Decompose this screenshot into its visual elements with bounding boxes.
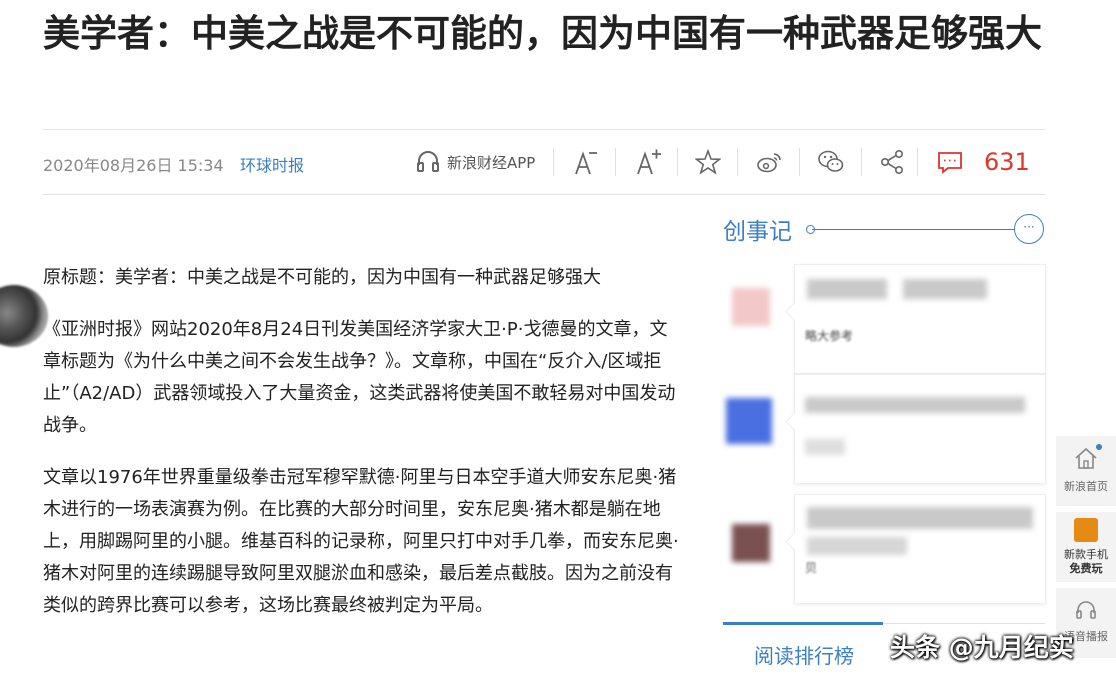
sidebar-title[interactable]: 创事记 xyxy=(723,212,792,246)
article-paragraph: 《亚洲时报》网站2020年8月24日刊发美国经济学家大卫·P·戈德曼的文章，文章… xyxy=(43,319,676,436)
publish-date: 2020年08月26日 15:34 xyxy=(43,156,224,175)
feed-snippet: 贝 xyxy=(805,561,818,575)
feed-card[interactable] xyxy=(794,374,1046,484)
headphones-icon xyxy=(1074,598,1098,625)
divider xyxy=(677,148,678,176)
divider xyxy=(799,148,800,176)
wechat-icon xyxy=(817,149,845,175)
comment-count: 631 xyxy=(984,148,1030,176)
star-icon xyxy=(695,149,721,175)
blurred-text xyxy=(807,279,887,299)
timeline-line xyxy=(812,229,1015,230)
share-icon xyxy=(879,149,905,175)
app-label: 新浪财经APP xyxy=(447,153,536,172)
comments-button[interactable]: 631 xyxy=(936,146,1030,178)
notification-dot xyxy=(1096,444,1102,450)
feed-avatar[interactable] xyxy=(732,524,770,562)
tab-divider xyxy=(883,623,1045,624)
rank-tab-indicator xyxy=(723,622,883,625)
divider xyxy=(615,148,616,176)
app-download-button[interactable]: 新浪财经APP xyxy=(415,146,535,178)
divider xyxy=(861,148,862,176)
favorite-button[interactable] xyxy=(695,146,721,178)
article-meta-bar: 2020年08月26日 15:34 环球时报 新浪财经APP 631 xyxy=(43,129,1045,195)
share-weibo-button[interactable] xyxy=(756,146,784,178)
feed-snippet: 略大参考 xyxy=(805,329,854,343)
font-decrease-button[interactable] xyxy=(573,146,599,178)
article-paragraph: 原标题：美学者：中美之战是不可能的，因为中国有一种武器足够强大 xyxy=(43,267,601,288)
divider xyxy=(917,148,918,176)
blurred-text xyxy=(807,507,1033,529)
article-body: 原标题：美学者：中美之战是不可能的，因为中国有一种武器足够强大 《亚洲时报》网站… xyxy=(43,262,683,642)
feed-card[interactable]: 贝 xyxy=(794,494,1046,604)
share-button[interactable] xyxy=(879,146,905,178)
share-wechat-button[interactable] xyxy=(817,146,845,178)
more-button[interactable]: ··· xyxy=(1014,214,1044,244)
phone-sub-label: 免费玩 xyxy=(1069,562,1103,575)
comment-icon xyxy=(936,150,964,174)
tab-reading-rank[interactable]: 阅读排行榜 xyxy=(754,640,854,669)
home-icon xyxy=(1073,446,1099,473)
divider xyxy=(553,148,554,176)
font-increase-button[interactable] xyxy=(635,146,663,178)
floating-avatar[interactable] xyxy=(0,285,48,347)
article-title: 美学者：中美之战是不可能的，因为中国有一种武器足够强大 xyxy=(43,12,1042,55)
feed-card[interactable]: 略大参考 xyxy=(794,264,1046,374)
weibo-icon xyxy=(756,150,784,174)
article-paragraph: 文章以1976年世界重量级拳击冠军穆罕默德·阿里与日本空手道大师安东尼奥·猪木进… xyxy=(43,467,679,616)
sina-home-link[interactable]: 新浪首页 xyxy=(1056,436,1116,506)
divider xyxy=(737,148,738,176)
blurred-text xyxy=(807,537,907,555)
new-phone-link[interactable]: 新款手机 免费玩 xyxy=(1056,512,1116,582)
blurred-text xyxy=(805,439,845,455)
home-label: 新浪首页 xyxy=(1064,480,1108,493)
headphones-icon xyxy=(415,149,441,175)
font-decrease-icon xyxy=(573,148,599,176)
font-increase-icon xyxy=(635,148,663,176)
source-link[interactable]: 环球时报 xyxy=(240,152,304,176)
phone-promo-icon xyxy=(1074,518,1098,542)
watermark: 头条 @九月纪实 xyxy=(890,633,1074,662)
feed-avatar[interactable] xyxy=(726,398,772,444)
blurred-text xyxy=(903,279,987,299)
feed-avatar[interactable] xyxy=(732,288,770,326)
blurred-text xyxy=(805,397,1025,413)
